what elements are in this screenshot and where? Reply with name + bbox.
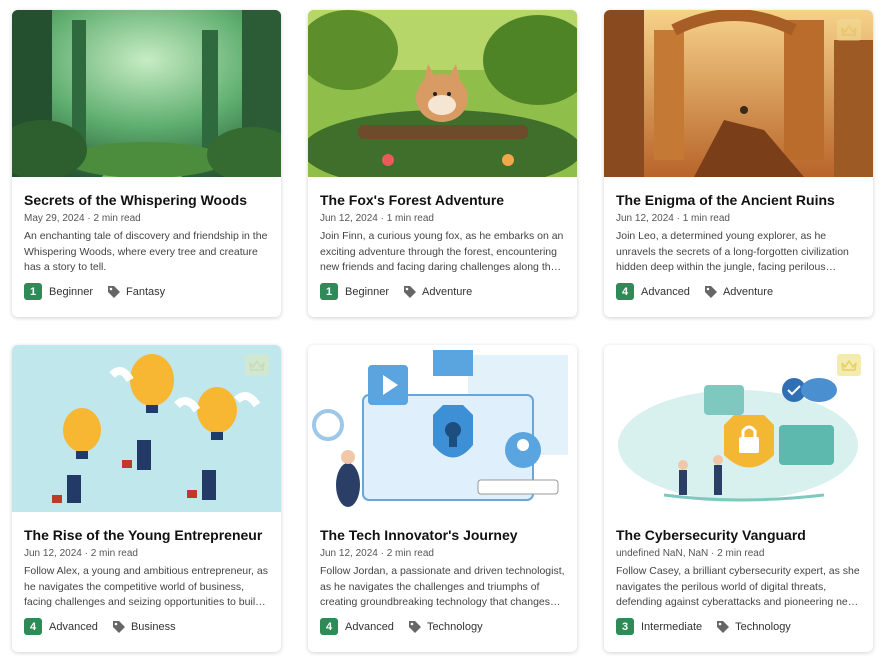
story-meta: Jun 12, 2024 · 1 min read: [320, 213, 434, 224]
tag-icon: [112, 620, 125, 633]
level-label: Beginner: [345, 285, 390, 298]
story-meta: Jun 12, 2024 · 1 min read: [616, 213, 730, 224]
story-meta: Jun 12, 2024 · 2 min read: [24, 548, 138, 559]
story-card[interactable]: The Fox's Forest Adventure Jun 12, 2024 …: [308, 10, 577, 317]
story-title[interactable]: The Enigma of the Ancient Ruins: [616, 191, 861, 209]
story-title[interactable]: The Cybersecurity Vanguard: [616, 526, 861, 544]
genre-label: Fantasy: [126, 285, 166, 298]
premium-crown-icon: [837, 19, 861, 41]
story-title[interactable]: Secrets of the Whispering Woods: [24, 191, 269, 209]
level-label: Beginner: [49, 285, 94, 298]
story-card[interactable]: The Rise of the Young Entrepreneur Jun 1…: [12, 345, 281, 652]
story-thumbnail[interactable]: [12, 345, 281, 512]
tag-icon: [408, 620, 421, 633]
story-description: Join Finn, a curious young fox, as he em…: [320, 230, 564, 273]
story-meta: Jun 12, 2024 · 2 min read: [320, 548, 434, 559]
story-thumbnail[interactable]: [12, 10, 281, 177]
level-badge: 1: [24, 283, 42, 300]
story-title[interactable]: The Fox's Forest Adventure: [320, 191, 565, 209]
genre-label: Business: [130, 620, 176, 633]
level-badge: 1: [320, 283, 338, 300]
premium-crown-icon: [837, 354, 861, 376]
level-badge: 4: [616, 283, 634, 300]
level-label: Advanced: [641, 285, 690, 298]
tag-icon: [704, 285, 717, 298]
genre-label: Adventure: [422, 285, 473, 298]
level-label: Advanced: [49, 620, 98, 633]
tag-icon: [717, 620, 730, 633]
story-description: Follow Jordan, a passionate and driven t…: [320, 565, 565, 608]
story-card[interactable]: The Tech Innovator's Journey Jun 12, 202…: [308, 345, 577, 652]
story-thumbnail[interactable]: [604, 345, 873, 512]
genre-label: Technology: [735, 620, 791, 633]
story-thumbnail[interactable]: [308, 345, 577, 512]
story-thumbnail[interactable]: [308, 10, 577, 177]
story-card[interactable]: Secrets of the Whispering Woods May 29, …: [12, 10, 281, 317]
story-description: Follow Alex, a young and ambitious entre…: [24, 565, 268, 608]
story-meta: undefined NaN, NaN · 2 min read: [616, 548, 765, 559]
level-badge: 3: [616, 618, 634, 635]
story-title[interactable]: The Tech Innovator's Journey: [320, 526, 565, 544]
level-badge: 4: [320, 618, 338, 635]
story-meta: May 29, 2024 · 2 min read: [24, 213, 141, 224]
tag-icon: [108, 285, 121, 298]
story-card[interactable]: The Cybersecurity Vanguard undefined NaN…: [604, 345, 873, 652]
story-description: Join Leo, a determined young explorer, a…: [616, 230, 849, 273]
level-badge: 4: [24, 618, 42, 635]
genre-label: Technology: [426, 620, 483, 633]
story-title[interactable]: The Rise of the Young Entrepreneur: [24, 526, 269, 544]
level-label: Intermediate: [641, 620, 703, 633]
premium-crown-icon: [245, 354, 269, 376]
genre-label: Adventure: [722, 285, 774, 298]
tag-icon: [404, 285, 417, 298]
story-thumbnail[interactable]: [604, 10, 873, 177]
level-label: Advanced: [345, 620, 394, 633]
story-description: An enchanting tale of discovery and frie…: [24, 230, 268, 273]
story-description: Follow Casey, a brilliant cybersecurity …: [616, 565, 860, 608]
story-card[interactable]: The Enigma of the Ancient Ruins Jun 12, …: [604, 10, 873, 317]
